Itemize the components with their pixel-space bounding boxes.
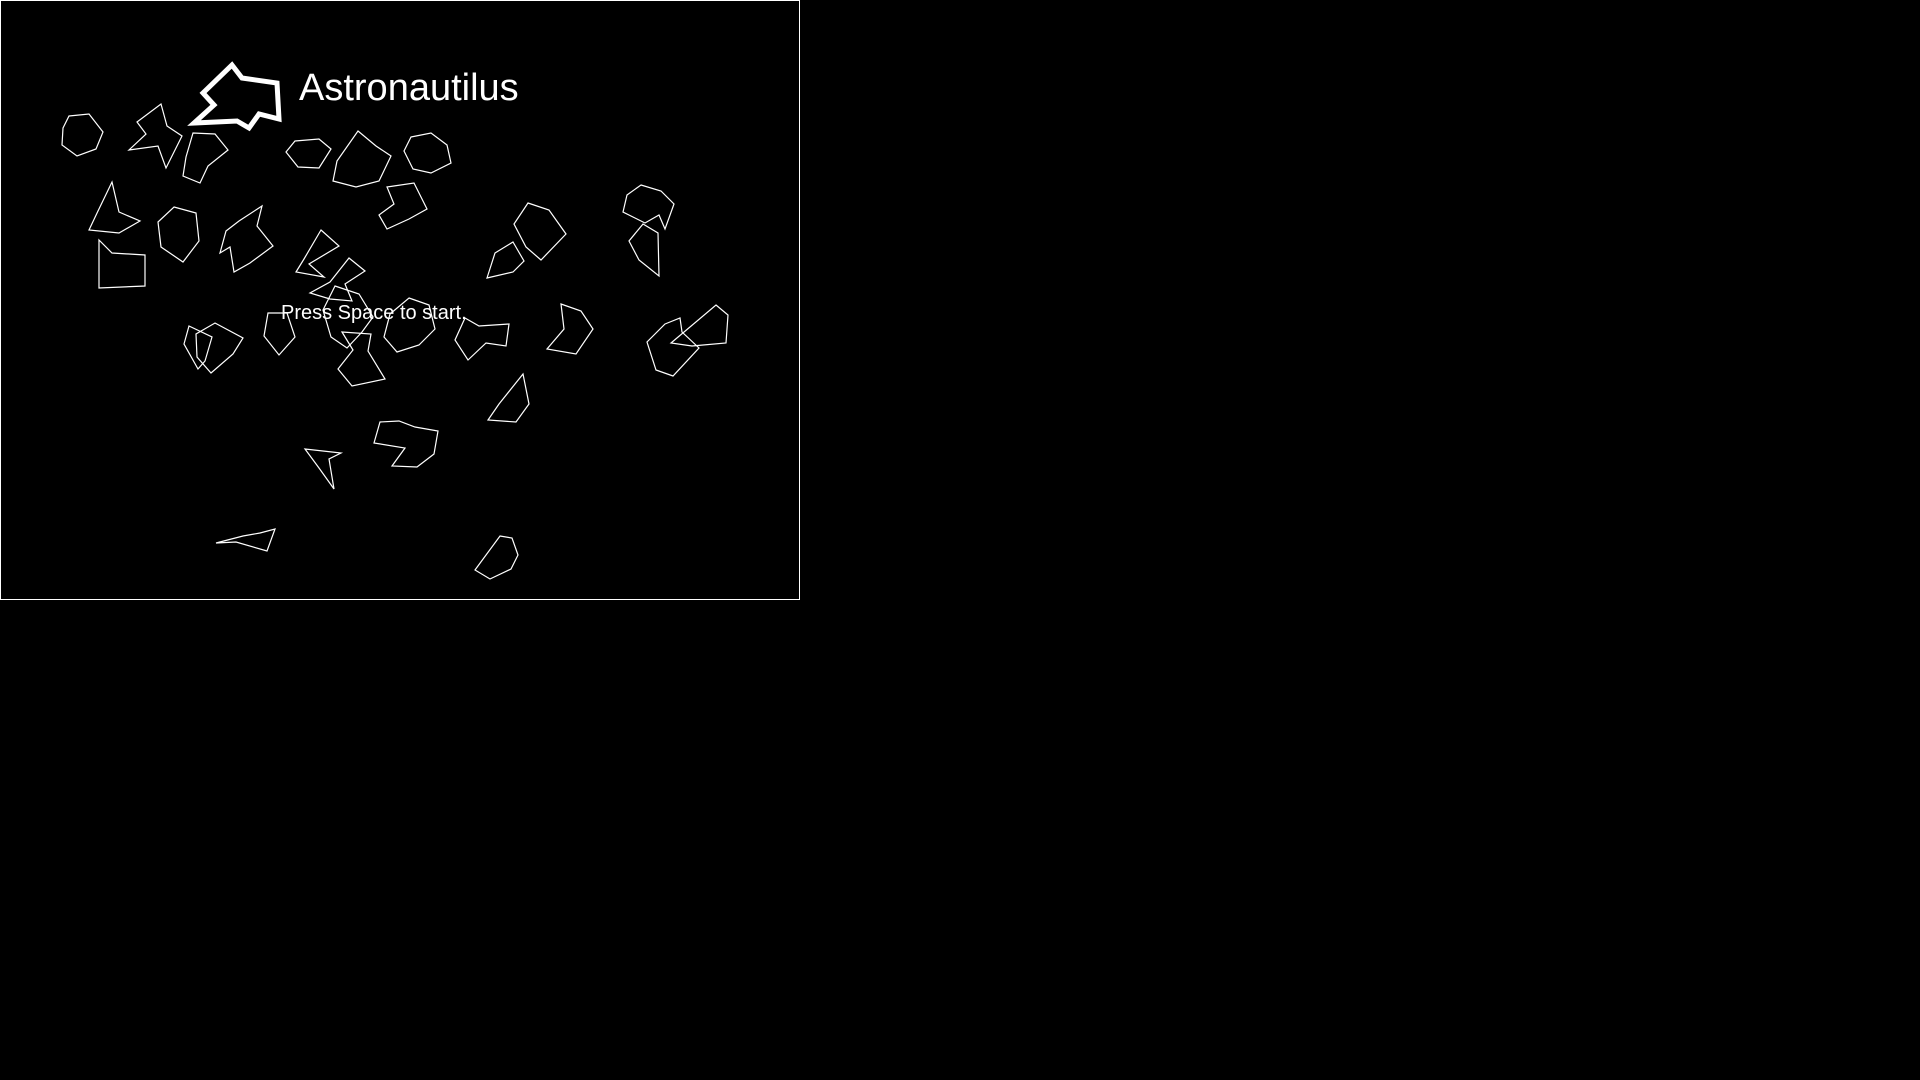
- asteroid: [513, 202, 567, 261]
- asteroid: [332, 130, 392, 188]
- ship-logo-icon: [187, 61, 282, 132]
- asteroid: [285, 138, 332, 169]
- asteroid: [215, 528, 276, 552]
- asteroid: [474, 535, 519, 580]
- start-prompt: Press Space to start.: [281, 302, 467, 324]
- asteroid: [628, 223, 660, 278]
- asteroid: [403, 132, 452, 174]
- asteroid: [157, 206, 200, 263]
- asteroid: [127, 102, 183, 170]
- asteroid: [195, 322, 244, 374]
- asteroid: [622, 184, 675, 231]
- asteroid: [219, 204, 274, 273]
- asteroid: [373, 420, 439, 468]
- asteroid: [486, 372, 530, 423]
- asteroid: [486, 241, 525, 279]
- asteroid: [182, 132, 229, 184]
- asteroid: [378, 182, 428, 230]
- asteroid: [303, 448, 344, 490]
- asteroid: [61, 113, 104, 157]
- asteroid: [295, 229, 341, 278]
- game-title: Astronautilus: [299, 67, 519, 109]
- asteroid: [337, 331, 386, 387]
- game-canvas[interactable]: Astronautilus Press Space to start.: [0, 0, 800, 600]
- asteroid: [308, 257, 367, 302]
- asteroid: [545, 303, 594, 355]
- asteroid: [88, 180, 142, 234]
- asteroid: [669, 304, 729, 347]
- asteroid: [98, 238, 146, 289]
